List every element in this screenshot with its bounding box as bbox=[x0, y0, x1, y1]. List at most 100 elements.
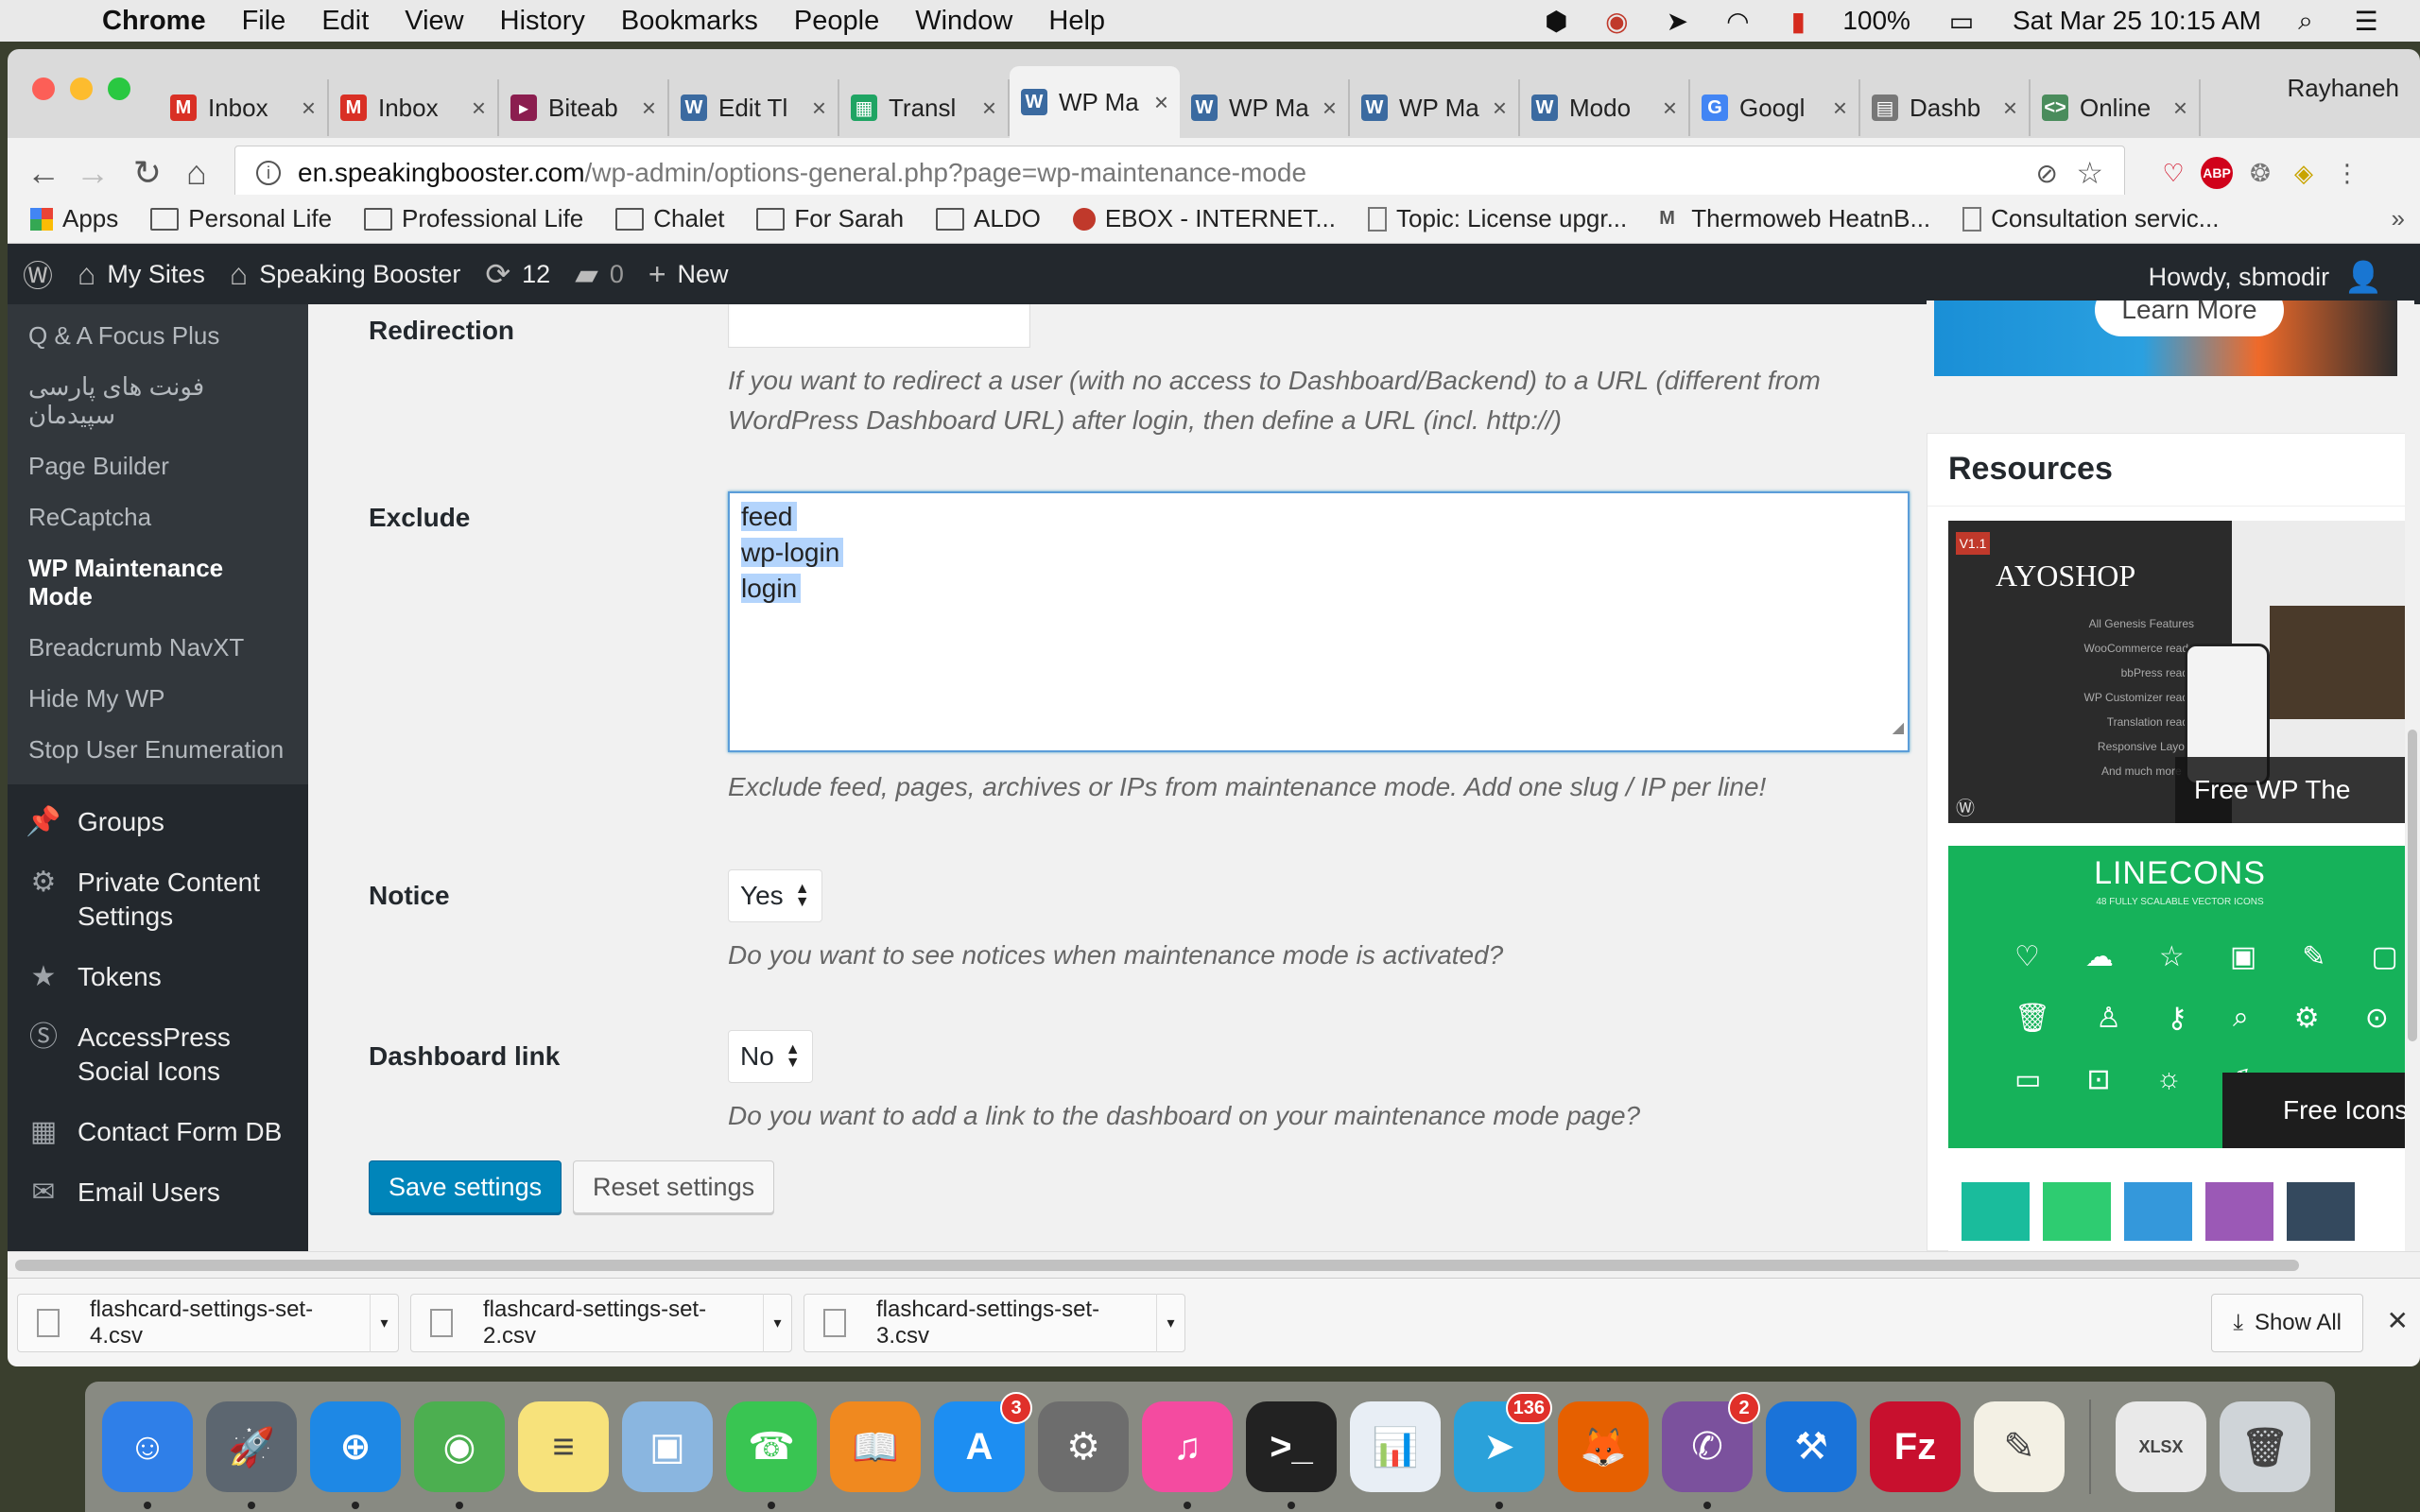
download-menu-icon[interactable]: ▾ bbox=[763, 1294, 791, 1352]
menu-view[interactable]: View bbox=[405, 6, 463, 37]
ayoshop-ad[interactable]: V1.1 AYOSHOP All Genesis Features WooComm… bbox=[1948, 521, 2411, 823]
close-tab-icon[interactable]: × bbox=[1493, 94, 1507, 123]
submenu-item-1[interactable]: فونت های پارسی سپیدمان bbox=[8, 361, 308, 440]
color-swatches-ad[interactable] bbox=[1948, 1171, 2411, 1252]
close-tab-icon[interactable]: × bbox=[1833, 94, 1847, 123]
close-tab-icon[interactable]: × bbox=[2173, 94, 2187, 123]
download-item-2[interactable]: flashcard-settings-set-3.csv ▾ bbox=[804, 1294, 1185, 1352]
download-item-1[interactable]: flashcard-settings-set-2.csv ▾ bbox=[410, 1294, 792, 1352]
menu-item-2[interactable]: ★ Tokens bbox=[8, 947, 308, 1007]
bookmark-1[interactable]: Personal Life bbox=[150, 204, 332, 233]
notice-select[interactable]: Yes ▲ ▼ bbox=[728, 869, 822, 922]
menu-bookmarks[interactable]: Bookmarks bbox=[621, 6, 758, 37]
menu-item-4[interactable]: ▦ Contact Form DB bbox=[8, 1102, 308, 1162]
vivaldi-icon[interactable]: ◉ bbox=[1600, 5, 1633, 37]
menu-item-0[interactable]: 📌 Groups bbox=[8, 792, 308, 852]
redirection-input[interactable] bbox=[728, 304, 1030, 348]
tab-6[interactable]: W WP Ma × bbox=[1180, 79, 1350, 136]
bookmark-4[interactable]: For Sarah bbox=[756, 204, 904, 233]
clock[interactable]: Sat Mar 25 10:15 AM bbox=[2013, 6, 2261, 36]
menu-item-3[interactable]: Ⓢ AccessPress Social Icons bbox=[8, 1007, 308, 1102]
xcode-dock-icon[interactable]: ⚒ bbox=[1766, 1401, 1857, 1492]
more-bookmarks-icon[interactable]: » bbox=[2392, 204, 2405, 233]
telegram-dock-icon[interactable]: ➤ 136 bbox=[1454, 1392, 1552, 1509]
menu-edit[interactable]: Edit bbox=[321, 6, 369, 37]
shield-extension-icon[interactable]: ◈ bbox=[2288, 157, 2320, 189]
menu-app-name[interactable]: Chrome bbox=[102, 6, 206, 37]
extension-icon[interactable]: ❂ bbox=[2244, 157, 2276, 189]
resize-handle-icon[interactable]: ◢ bbox=[1893, 711, 1904, 747]
tab-2[interactable]: ▸ Biteab × bbox=[499, 79, 669, 136]
menu-item-5[interactable]: ✉ Email Users bbox=[8, 1162, 308, 1223]
system-preferences-dock-icon[interactable]: ⚙ bbox=[1038, 1401, 1129, 1492]
my-sites-link[interactable]: ⌂ My Sites bbox=[78, 257, 205, 292]
notes-dock-icon[interactable]: ≡ bbox=[518, 1401, 609, 1492]
close-tab-icon[interactable]: × bbox=[472, 94, 486, 123]
tab-9[interactable]: G Googl × bbox=[1690, 79, 1860, 136]
app-store-dock-icon[interactable]: A3 bbox=[934, 1392, 1032, 1492]
profile-name[interactable]: Rayhaneh bbox=[2287, 74, 2399, 103]
download-item-0[interactable]: flashcard-settings-set-4.csv ▾ bbox=[17, 1294, 399, 1352]
vertical-scrollbar[interactable] bbox=[2405, 304, 2420, 1251]
site-info-icon[interactable]: i bbox=[256, 161, 281, 185]
script-editor-dock-icon[interactable]: ✎ bbox=[1974, 1401, 2065, 1492]
bookmark-7[interactable]: Topic: License upgr... bbox=[1368, 204, 1627, 233]
submenu-item-4[interactable]: WP Maintenance Mode bbox=[8, 542, 308, 622]
tab-1[interactable]: M Inbox × bbox=[329, 79, 499, 136]
dropbox-icon[interactable]: ⬢ bbox=[1540, 5, 1572, 37]
tab-0[interactable]: M Inbox × bbox=[159, 79, 329, 136]
tab-5[interactable]: W WP Ma × bbox=[1010, 66, 1180, 138]
forward-icon[interactable]: → bbox=[74, 153, 112, 193]
battery-icon[interactable]: ▭ bbox=[1939, 5, 1984, 37]
learn-more-button[interactable]: Learn More bbox=[2095, 301, 2284, 336]
submenu-item-0[interactable]: Q & A Focus Plus bbox=[8, 310, 308, 361]
telegram-tray-icon[interactable]: ➤ bbox=[1661, 5, 1693, 37]
filezilla-dock-icon[interactable]: Fz bbox=[1870, 1401, 1961, 1492]
reset-settings-button[interactable]: Reset settings bbox=[573, 1160, 775, 1213]
ibooks-dock-icon[interactable]: 📖 bbox=[830, 1401, 921, 1492]
save-settings-button[interactable]: Save settings bbox=[369, 1160, 562, 1213]
menu-window[interactable]: Window bbox=[915, 6, 1012, 37]
safari-dock-icon[interactable]: ⊕ bbox=[310, 1401, 401, 1509]
terminal-dock-icon[interactable]: >_ bbox=[1246, 1401, 1337, 1509]
linecons-ad[interactable]: LINECONS 48 FULLY SCALABLE VECTOR ICONS … bbox=[1948, 846, 2411, 1148]
facetime-dock-icon[interactable]: ☎ bbox=[726, 1401, 817, 1509]
horizontal-scrollbar[interactable] bbox=[8, 1251, 2420, 1278]
chrome-menu-icon[interactable]: ⋮ bbox=[2331, 157, 2363, 189]
account-menu[interactable]: Howdy, sbmodir 👤 bbox=[2149, 259, 2382, 295]
spotlight-icon[interactable]: ⌕ bbox=[2290, 5, 2322, 37]
viber-dock-icon[interactable]: ✆ 2 bbox=[1662, 1392, 1760, 1509]
firefox-dock-icon[interactable]: 🦊 bbox=[1558, 1401, 1649, 1492]
close-window-button[interactable] bbox=[32, 77, 55, 100]
flag-icon[interactable]: ▮ bbox=[1782, 5, 1814, 37]
bookmark-2[interactable]: Professional Life bbox=[364, 204, 583, 233]
bookmark-star-icon[interactable]: ☆ bbox=[2076, 155, 2103, 191]
back-icon[interactable]: ← bbox=[25, 153, 62, 193]
submenu-item-2[interactable]: Page Builder bbox=[8, 440, 308, 491]
tab-7[interactable]: W WP Ma × bbox=[1350, 79, 1520, 136]
notification-center-icon[interactable]: ☰ bbox=[2350, 5, 2382, 37]
close-tab-icon[interactable]: × bbox=[812, 94, 826, 123]
submenu-item-3[interactable]: ReCaptcha bbox=[8, 491, 308, 542]
site-name-link[interactable]: ⌂ Speaking Booster bbox=[230, 257, 460, 292]
preview-dock-icon[interactable]: ▣ bbox=[622, 1401, 713, 1492]
pocket-extension-icon[interactable]: ♡ bbox=[2157, 157, 2189, 189]
itunes-dock-icon[interactable]: ♫ bbox=[1142, 1401, 1233, 1509]
minimize-window-button[interactable] bbox=[70, 77, 93, 100]
submenu-item-7[interactable]: Stop User Enumeration bbox=[8, 724, 308, 775]
exclude-textarea[interactable]: feed wp-login login ◢ bbox=[728, 491, 1910, 752]
promo-banner[interactable]: Learn More bbox=[1934, 301, 2397, 376]
close-tab-icon[interactable]: × bbox=[302, 94, 316, 123]
zoom-window-button[interactable] bbox=[108, 77, 130, 100]
menu-people[interactable]: People bbox=[794, 6, 879, 37]
bookmark-3[interactable]: Chalet bbox=[615, 204, 724, 233]
download-menu-icon[interactable]: ▾ bbox=[1156, 1294, 1184, 1352]
horizontal-scroll-thumb[interactable] bbox=[15, 1260, 2299, 1271]
bookmark-5[interactable]: ALDO bbox=[936, 204, 1041, 233]
new-content-link[interactable]: + New bbox=[648, 257, 729, 292]
submenu-item-6[interactable]: Hide My WP bbox=[8, 673, 308, 724]
finder-dock-icon[interactable]: ☺ bbox=[102, 1401, 193, 1509]
wifi-icon[interactable]: ◠ bbox=[1721, 5, 1754, 37]
vertical-scroll-thumb[interactable] bbox=[2408, 730, 2417, 1041]
submenu-item-5[interactable]: Breadcrumb NavXT bbox=[8, 622, 308, 673]
